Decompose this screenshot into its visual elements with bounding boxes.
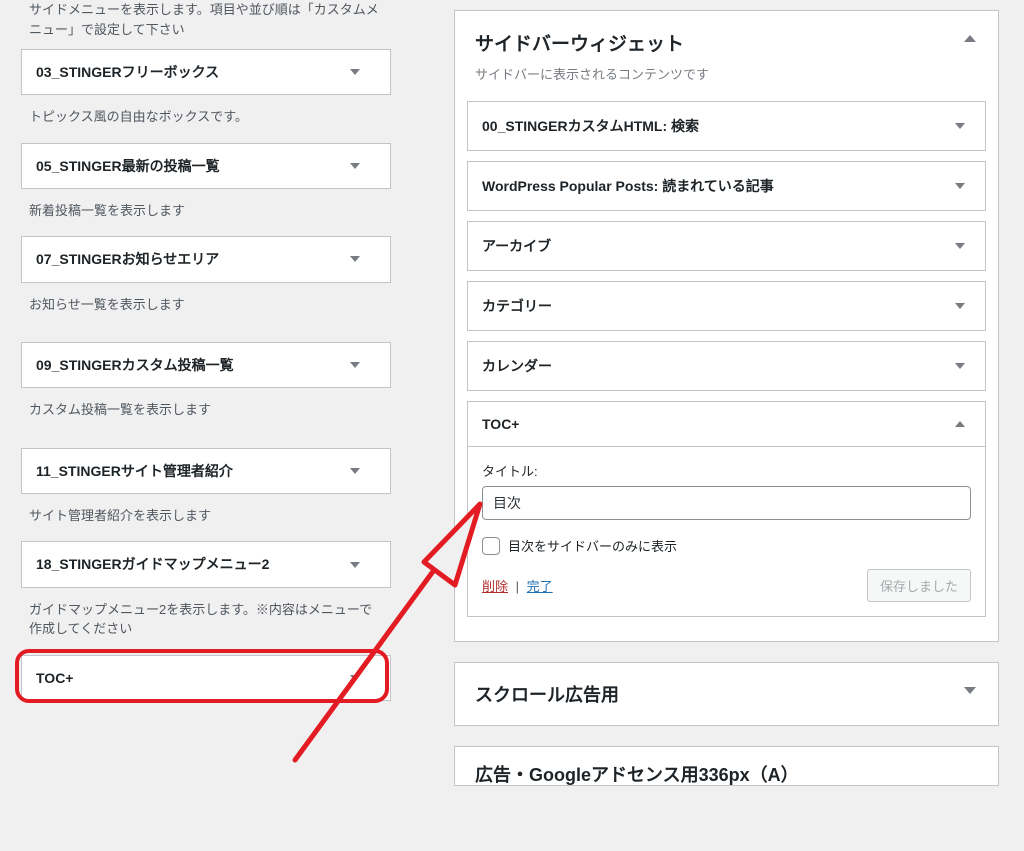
placed-widget-header[interactable]: カテゴリー — [468, 282, 985, 330]
chevron-down-icon — [964, 687, 976, 694]
delete-link[interactable]: 削除 — [482, 579, 508, 594]
sidebar-widget-area-panel: サイドバーウィジェット サイドバーに表示されるコンテンツです 00_STINGE… — [454, 10, 999, 642]
panel-title: 広告・Googleアドセンス用336px（A） — [475, 761, 948, 786]
chevron-up-icon — [964, 35, 976, 42]
chevron-down-icon — [350, 362, 360, 368]
sidebar-only-checkbox-label: 目次をサイドバーのみに表示 — [508, 536, 677, 555]
widget-item[interactable]: 18_STINGERガイドマップメニュー2 — [21, 541, 391, 587]
sidebar-only-checkbox[interactable] — [482, 537, 500, 555]
panel-header[interactable]: 広告・Googleアドセンス用336px（A） — [455, 747, 998, 786]
placed-widget-header[interactable]: TOC+ — [468, 402, 985, 446]
chevron-up-icon — [955, 421, 965, 427]
saved-button[interactable]: 保存しました — [867, 569, 971, 602]
chevron-down-icon — [955, 303, 965, 309]
widget-item[interactable]: 03_STINGERフリーボックス — [21, 49, 391, 95]
widget-item[interactable]: 09_STINGERカスタム投稿一覧 — [21, 342, 391, 388]
placed-widget-header[interactable]: WordPress Popular Posts: 読まれている記事 — [468, 162, 985, 210]
placed-widget-item: アーカイブ — [467, 221, 986, 271]
widget-item-title: TOC+ — [22, 656, 390, 700]
widget-areas: サイドバーウィジェット サイドバーに表示されるコンテンツです 00_STINGE… — [454, 10, 999, 786]
placed-widget-header[interactable]: アーカイブ — [468, 222, 985, 270]
panel-subtitle: サイドバーに表示されるコンテンツです — [475, 64, 948, 83]
widget-item-title: 05_STINGER最新の投稿一覧 — [22, 144, 390, 188]
widget-item-title: 03_STINGERフリーボックス — [22, 50, 390, 94]
panel-header[interactable]: スクロール広告用 — [455, 663, 998, 725]
widget-item[interactable]: 07_STINGERお知らせエリア — [21, 236, 391, 282]
placed-widget-header[interactable]: 00_STINGERカスタムHTML: 検索 — [468, 102, 985, 150]
widget-item-title: 09_STINGERカスタム投稿一覧 — [22, 343, 390, 387]
chevron-down-icon — [955, 123, 965, 129]
chevron-down-icon — [350, 675, 360, 681]
widget-item-title: 07_STINGERお知らせエリア — [22, 237, 390, 281]
panel-body: 00_STINGERカスタムHTML: 検索 WordPress Popular… — [455, 101, 998, 641]
toc-title-input[interactable] — [482, 486, 971, 520]
widget-item-description: 新着投稿一覧を表示します — [29, 201, 383, 221]
chevron-down-icon — [350, 562, 360, 568]
chevron-down-icon — [350, 163, 360, 169]
widget-item-title: 11_STINGERサイト管理者紹介 — [22, 449, 390, 493]
done-link[interactable]: 完了 — [527, 579, 553, 594]
placed-widget-label: WordPress Popular Posts: 読まれている記事 — [482, 178, 774, 194]
chevron-down-icon — [350, 69, 360, 75]
widget-list-intro: サイドメニューを表示します。項目や並び順は「カスタムメニュー」で設定して下さい — [29, 0, 387, 39]
chevron-down-icon — [350, 468, 360, 474]
widget-item-description: カスタム投稿一覧を表示します — [29, 400, 383, 420]
widget-item-description: トピックス風の自由なボックスです。 — [29, 107, 383, 127]
available-widgets-list: サイドメニューを表示します。項目や並び順は「カスタムメニュー」で設定して下さい … — [21, 0, 391, 707]
placed-widget-header[interactable]: カレンダー — [468, 342, 985, 390]
widget-item-description: ガイドマップメニュー2を表示します。※内容はメニューで作成してください — [29, 600, 383, 639]
placed-widget-label: カテゴリー — [482, 298, 552, 314]
widget-item[interactable]: 05_STINGER最新の投稿一覧 — [21, 143, 391, 189]
widget-item[interactable]: 11_STINGERサイト管理者紹介 — [21, 448, 391, 494]
widget-item-description: サイト管理者紹介を表示します — [29, 506, 383, 526]
chevron-down-icon — [955, 363, 965, 369]
chevron-down-icon — [350, 256, 360, 262]
separator: | — [512, 579, 523, 594]
scroll-ads-area-panel: スクロール広告用 — [454, 662, 999, 726]
chevron-down-icon — [955, 243, 965, 249]
placed-widget-item: カレンダー — [467, 341, 986, 391]
adsense-area-panel: 広告・Googleアドセンス用336px（A） — [454, 746, 999, 786]
placed-widget-item: 00_STINGERカスタムHTML: 検索 — [467, 101, 986, 151]
placed-widget-label: カレンダー — [482, 358, 552, 374]
placed-widget-item: カテゴリー — [467, 281, 986, 331]
widget-item-description: お知らせ一覧を表示します — [29, 295, 383, 315]
placed-widget-label: 00_STINGERカスタムHTML: 検索 — [482, 118, 699, 134]
widget-item-title: 18_STINGERガイドマップメニュー2 — [22, 542, 390, 586]
panel-title: スクロール広告用 — [475, 681, 948, 707]
widget-item-toc-plus[interactable]: TOC+ — [21, 655, 391, 701]
title-field-label: タイトル: — [482, 461, 971, 480]
panel-title: サイドバーウィジェット — [475, 29, 948, 56]
placed-widget-item-toc-plus: TOC+ タイトル: 目次をサイドバーのみに表示 削除 — [467, 401, 986, 617]
placed-widget-label: TOC+ — [482, 416, 519, 432]
placed-widget-body: タイトル: 目次をサイドバーのみに表示 削除 | 完了 — [468, 446, 985, 616]
placed-widget-label: アーカイブ — [482, 238, 551, 254]
placed-widget-item: WordPress Popular Posts: 読まれている記事 — [467, 161, 986, 211]
widget-actions: 削除 | 完了 保存しました — [482, 569, 971, 602]
chevron-down-icon — [955, 183, 965, 189]
panel-header[interactable]: サイドバーウィジェット サイドバーに表示されるコンテンツです — [455, 11, 998, 101]
